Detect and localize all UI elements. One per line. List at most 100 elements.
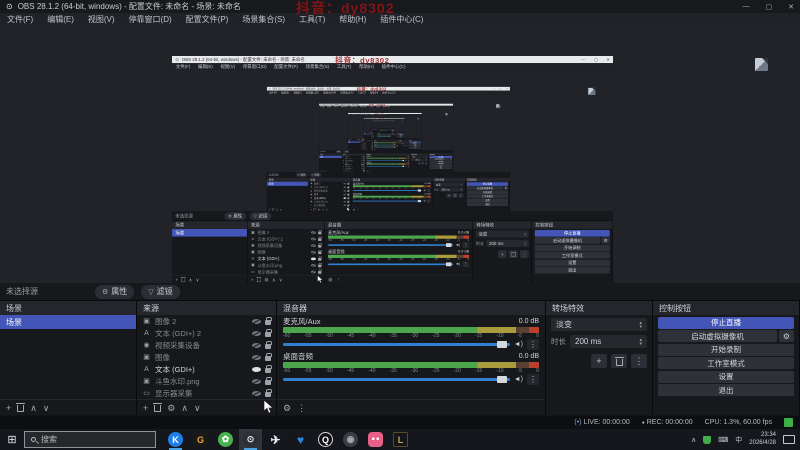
preview-canvas[interactable]: ⊙ OBS 28.1.2 (64-bit, windows) - 配置文件: 未…: [347, 115, 422, 141]
lock-icon[interactable]: [265, 329, 272, 337]
desktop-shortcut-icon[interactable]: [588, 87, 596, 95]
transition-menu-button[interactable]: ⋮: [424, 162, 428, 165]
scene-down-button[interactable]: ∨: [43, 400, 50, 416]
lock-icon[interactable]: [318, 249, 322, 255]
visibility-toggle-icon[interactable]: [343, 186, 347, 188]
start-virtual-camera-button[interactable]: 启动虚拟摄像机: [534, 237, 601, 244]
studio-mode-button[interactable]: 工作室模式: [466, 194, 509, 198]
visibility-toggle-icon[interactable]: [252, 354, 261, 361]
add-scene-button[interactable]: +: [6, 400, 11, 416]
duration-spinbox[interactable]: 200 ms ▴▾: [486, 239, 529, 248]
close-button[interactable]: ✕: [506, 87, 508, 90]
channel-menu-button[interactable]: ⋮: [462, 242, 470, 249]
desktop-shortcut-icon[interactable]: [445, 113, 448, 116]
visibility-toggle-icon[interactable]: [252, 390, 261, 397]
virtual-camera-settings-button[interactable]: ⚙: [779, 330, 794, 342]
lock-icon[interactable]: [347, 203, 350, 207]
security-tray-icon[interactable]: [703, 435, 712, 444]
filters-button[interactable]: ▽ 滤镜: [249, 212, 272, 220]
maximize-button[interactable]: ▢: [766, 3, 773, 11]
lock-icon[interactable]: [347, 185, 350, 189]
menu-view[interactable]: 视图(V): [217, 63, 239, 69]
close-button[interactable]: ✕: [788, 3, 794, 11]
lock-icon[interactable]: [265, 341, 272, 349]
preview-canvas[interactable]: ⊙ OBS 28.1.2 (64-bit, windows) - 配置文件: 未…: [0, 25, 800, 304]
menu-profile[interactable]: 配置文件(P): [271, 63, 302, 69]
visibility-toggle-icon[interactable]: [310, 257, 316, 261]
app-cam-icon[interactable]: ◉: [339, 429, 362, 450]
add-transition-button[interactable]: +: [418, 162, 421, 165]
remove-source-button[interactable]: [153, 403, 163, 412]
filters-button[interactable]: ▽ 滤镜: [309, 172, 322, 177]
menu-edit[interactable]: 编辑(E): [194, 63, 216, 69]
desktop-shortcut-icon[interactable]: [496, 104, 501, 109]
lock-icon[interactable]: [347, 189, 350, 192]
add-source-button[interactable]: +: [143, 400, 148, 416]
scene-list-item[interactable]: 场景: [363, 133, 371, 135]
volume-slider[interactable]: [328, 243, 454, 248]
remove-scene-button[interactable]: [16, 403, 26, 412]
channel-menu-button[interactable]: ⋮: [407, 165, 410, 168]
visibility-toggle-icon[interactable]: [252, 342, 261, 349]
start-recording-button[interactable]: 开始录制: [658, 343, 794, 356]
transition-select[interactable]: 淡变 ▴▾: [475, 230, 529, 238]
properties-button[interactable]: ⚙ 属性: [95, 284, 135, 299]
visibility-toggle-icon[interactable]: [310, 230, 316, 234]
volume-slider-handle[interactable]: [496, 376, 507, 383]
scene-list-item[interactable]: 场景: [266, 181, 309, 186]
scene-up-button[interactable]: ∧: [30, 400, 37, 416]
taskbar-clock[interactable]: 23:34 2026/4/28: [749, 432, 776, 447]
taskbar-search-input[interactable]: 搜索: [24, 431, 156, 448]
visibility-toggle-icon[interactable]: [343, 200, 347, 203]
source-properties-button[interactable]: ⚙: [167, 400, 175, 416]
menu-file[interactable]: 文件(F): [0, 14, 40, 25]
start-recording-button[interactable]: 开始录制: [466, 190, 509, 194]
virtual-camera-settings-button[interactable]: ⚙: [403, 134, 405, 135]
source-row[interactable]: ▣ 斗鱼水印.png: [137, 375, 276, 387]
speaker-icon[interactable]: ◄): [514, 376, 523, 383]
ime-indicator[interactable]: 中: [735, 435, 742, 445]
source-up-button[interactable]: ∧: [181, 400, 188, 416]
transition-select[interactable]: 淡变 ▴▾: [434, 182, 464, 187]
volume-slider-handle[interactable]: [496, 341, 507, 348]
app-pink-icon[interactable]: [364, 429, 387, 450]
preview-canvas[interactable]: ⊙ OBS 28.1.2 (64-bit, windows) - 配置文件: 未…: [266, 94, 510, 179]
channel-menu-button[interactable]: ⋮: [462, 261, 470, 268]
visibility-toggle-icon[interactable]: [310, 250, 316, 254]
properties-button[interactable]: ⚙ 属性: [224, 212, 247, 220]
visibility-toggle-icon[interactable]: [310, 237, 316, 241]
lock-icon[interactable]: [318, 230, 322, 235]
volume-slider[interactable]: [283, 341, 510, 348]
studio-mode-button[interactable]: 工作室模式: [534, 251, 610, 259]
speaker-icon[interactable]: ◄): [423, 189, 426, 191]
volume-slider-handle[interactable]: [445, 262, 452, 267]
volume-slider-handle[interactable]: [402, 160, 405, 162]
menu-docks[interactable]: 停靠窗口(D): [122, 14, 179, 25]
remove-scene-button[interactable]: [180, 277, 186, 283]
add-transition-button[interactable]: +: [497, 250, 507, 258]
channel-menu-button[interactable]: ⋮: [426, 188, 431, 193]
volume-slider-handle[interactable]: [417, 189, 421, 192]
visibility-toggle-icon[interactable]: [252, 366, 261, 373]
preview-canvas[interactable]: ⊙ OBS 28.1.2 (64-bit, windows) - 配置文件: 未…: [363, 119, 405, 134]
visibility-toggle-icon[interactable]: [343, 182, 347, 185]
source-row[interactable]: ▭ 显示器采集: [137, 387, 276, 399]
menu-file[interactable]: 文件(F): [172, 63, 194, 69]
source-row[interactable]: ▣ 图像 2: [137, 315, 276, 327]
exit-button[interactable]: 退出: [658, 384, 794, 396]
source-row[interactable]: A 文本 (GDI+) 2: [137, 327, 276, 339]
app-l-icon[interactable]: L: [389, 429, 412, 450]
app-g-icon[interactable]: G: [189, 429, 212, 450]
transition-select[interactable]: 淡变 ▴▾: [551, 318, 647, 331]
desktop-shortcut-icon[interactable]: [417, 118, 419, 120]
settings-button[interactable]: 设置: [658, 370, 794, 383]
duration-spinbox[interactable]: 200 ms ▴▾: [440, 187, 464, 192]
visibility-toggle-icon[interactable]: [310, 270, 316, 274]
menu-scene-collection[interactable]: 场景集合(S): [302, 63, 333, 69]
exit-button[interactable]: 退出: [408, 147, 422, 149]
app-k-icon[interactable]: K: [164, 429, 187, 450]
volume-slider[interactable]: [283, 376, 510, 383]
keyboard-tray-icon[interactable]: ⌨: [718, 436, 728, 444]
add-transition-button[interactable]: +: [591, 354, 607, 368]
source-row[interactable]: ▭ 显示器采集: [248, 268, 325, 275]
